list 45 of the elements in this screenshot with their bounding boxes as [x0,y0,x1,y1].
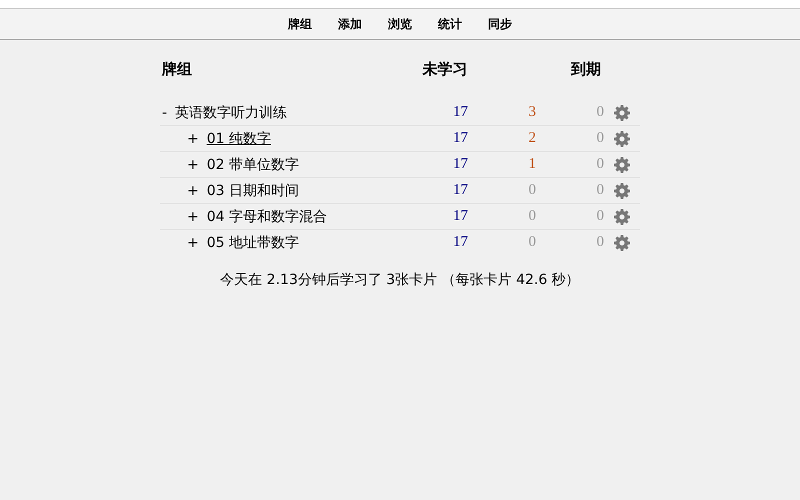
deck-link[interactable]: 01 纯数字 [206,130,271,148]
settings-icon[interactable] [614,234,630,250]
deck-link[interactable]: 03 日期和时间 [206,182,299,200]
due-count: 0 [596,208,604,225]
expand-toggle[interactable]: - [162,104,168,120]
expand-toggle[interactable]: + [187,208,199,224]
toolbar-link[interactable]: 添加 [338,16,362,32]
due-count: 0 [596,130,604,147]
new-count: 17 [452,130,468,147]
learn-count: 0 [528,182,536,199]
toolbar-link[interactable]: 牌组 [288,16,312,32]
column-header: 未学习 [421,60,468,78]
deck-link[interactable]: 04 字母和数字混合 [206,208,327,226]
learn-count: 0 [528,234,536,251]
learn-count: 2 [528,130,536,147]
new-count: 17 [452,156,468,173]
due-count: 0 [596,234,604,251]
expand-toggle[interactable]: + [187,182,199,198]
new-count: 17 [452,182,468,199]
new-count: 17 [452,234,468,251]
settings-icon[interactable] [614,208,630,224]
expand-toggle[interactable]: + [187,130,199,146]
learn-count: 3 [528,104,536,121]
deck-link[interactable]: 05 地址带数字 [206,234,299,252]
due-count: 0 [596,104,604,121]
settings-icon[interactable] [614,130,630,146]
toolbar-link[interactable]: 统计 [438,16,462,32]
new-count: 17 [452,104,468,121]
toolbar-link[interactable]: 同步 [488,16,512,32]
settings-icon[interactable] [614,156,630,172]
column-header: 到期 [570,60,602,78]
deck-link[interactable]: 02 带单位数字 [206,156,299,174]
new-count: 17 [452,208,468,225]
learn-count: 0 [528,208,536,225]
settings-icon[interactable] [614,182,630,198]
study-summary: 今天在 2.13分钟后学习了 3张卡片 （每张卡片 42.6 秒） [219,271,581,289]
expand-toggle[interactable]: + [187,156,199,172]
settings-icon[interactable] [614,104,630,120]
due-count: 0 [596,156,604,173]
toolbar-link[interactable]: 浏览 [388,16,412,32]
column-header: 牌组 [160,60,193,78]
learn-count: 1 [528,156,536,173]
expand-toggle[interactable]: + [187,234,199,250]
due-count: 0 [596,182,604,199]
deck-link[interactable]: 英语数字听力训练 [175,104,288,122]
